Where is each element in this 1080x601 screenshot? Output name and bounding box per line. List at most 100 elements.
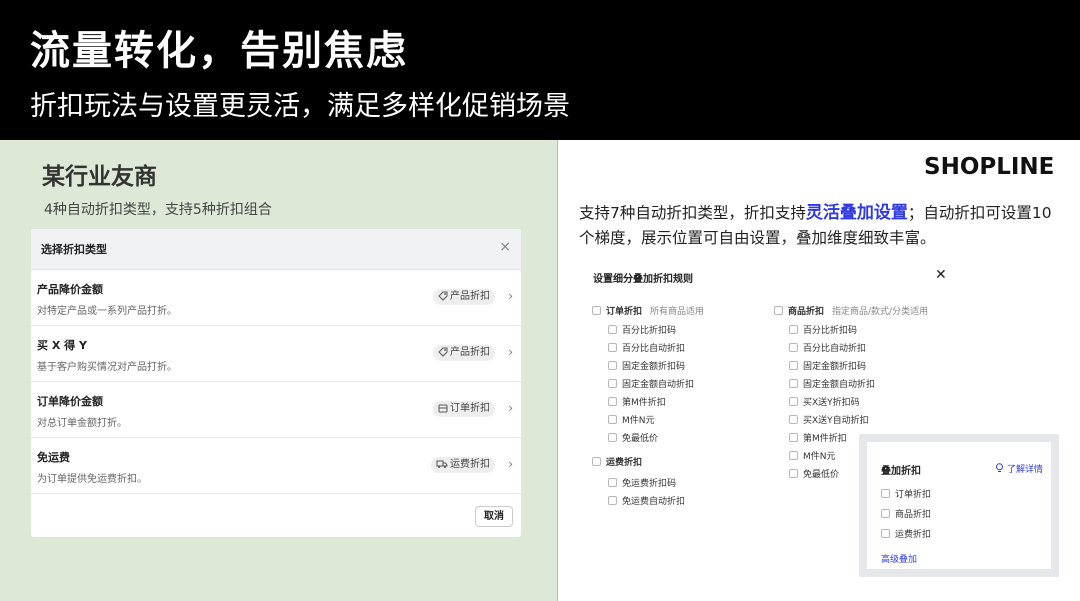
checkbox-label: 买X送Y折扣码 — [803, 398, 860, 408]
checkbox-box[interactable] — [608, 379, 617, 388]
discount-option-checkbox[interactable]: 第M件折扣 — [789, 431, 847, 445]
discount-option-checkbox[interactable]: 百分比自动折扣 — [789, 341, 866, 355]
dialog-title: 选择折扣类型 — [41, 243, 107, 256]
checkbox-box[interactable] — [608, 343, 617, 352]
checkbox-label: 免最低价 — [803, 470, 840, 480]
discount-option-checkbox[interactable]: 免最低价 — [608, 431, 658, 445]
checkbox-box[interactable] — [789, 361, 798, 370]
option-desc: 对特定产品或一系列产品打折。 — [37, 306, 177, 317]
checkbox-label: 百分比折扣码 — [622, 326, 677, 336]
option-badge: 运费折扣 — [431, 457, 495, 473]
checkbox-box[interactable] — [592, 306, 601, 315]
checkbox-box[interactable] — [881, 489, 890, 498]
discount-option-row[interactable]: 免运费 为订单提供免运费折扣。 运费折扣 › — [31, 438, 521, 494]
checkbox-label: 商品折扣 — [788, 307, 825, 317]
checkbox-box[interactable] — [774, 306, 783, 315]
discount-option-row[interactable]: 订单降价金额 对总订单金额打折。 订单折扣 › — [31, 382, 521, 438]
checkbox-box[interactable] — [789, 397, 798, 406]
shopline-logo: SHOPLINE — [924, 154, 1055, 180]
checkbox-box[interactable] — [608, 397, 617, 406]
checkbox-box[interactable] — [608, 361, 617, 370]
checkbox-hint: 指定商品/款式/分类适用 — [832, 307, 929, 317]
checkbox-label: 固定金额自动折扣 — [803, 380, 876, 390]
checkbox-box[interactable] — [881, 529, 890, 538]
learn-more-link[interactable]: 了解详情 — [995, 462, 1043, 475]
stacking-card: 叠加折扣 了解详情 订单折扣 商品折扣 运费折扣 高级叠加 — [867, 442, 1051, 569]
tag-icon — [438, 291, 448, 301]
discount-option-checkbox[interactable]: 百分比自动折扣 — [608, 341, 685, 355]
discount-option-checkbox[interactable]: 买X送Y自动折扣 — [789, 413, 869, 427]
option-desc: 对总订单金额打折。 — [37, 418, 127, 429]
discount-option-checkbox[interactable]: M件N元 — [789, 449, 836, 463]
page-title: 流量转化，告别焦虑 — [30, 28, 408, 74]
checkbox-box[interactable] — [592, 457, 601, 466]
header-banner: 流量转化，告别焦虑 折扣玩法与设置更灵活，满足多样化促销场景 — [0, 0, 1080, 140]
tag-icon — [438, 347, 448, 357]
discount-option-row[interactable]: 产品降价金额 对特定产品或一系列产品打折。 产品折扣 › — [31, 270, 521, 326]
stack-option-checkbox[interactable]: 运费折扣 — [881, 527, 931, 541]
checkbox-box[interactable] — [789, 325, 798, 334]
checkbox-label: 固定金额自动折扣 — [622, 380, 695, 390]
option-badge: 产品折扣 — [433, 289, 495, 305]
option-badge-label: 产品折扣 — [450, 291, 490, 302]
checkbox-box[interactable] — [608, 415, 617, 424]
stacking-title: 叠加折扣 — [881, 466, 921, 477]
checkbox-box[interactable] — [608, 325, 617, 334]
checkbox-box[interactable] — [789, 469, 798, 478]
discount-option-checkbox[interactable]: 固定金额自动折扣 — [789, 377, 875, 391]
option-title: 订单降价金额 — [37, 395, 103, 408]
option-badge-label: 运费折扣 — [450, 459, 490, 470]
option-desc: 为订单提供免运费折扣。 — [37, 474, 147, 485]
checkbox-box[interactable] — [608, 496, 617, 505]
discount-option-checkbox[interactable]: 固定金额折扣码 — [608, 359, 685, 373]
discount-option-checkbox[interactable]: 免运费自动折扣 — [608, 494, 685, 508]
discount-option-checkbox[interactable]: 免最低价 — [789, 467, 839, 481]
shipping-discount-checkbox[interactable]: 运费折扣 — [592, 455, 642, 469]
checkbox-label: 商品折扣 — [895, 510, 932, 520]
panel-title: 设置细分叠加折扣规则 — [593, 274, 693, 285]
discount-option-checkbox[interactable]: 买X送Y折扣码 — [789, 395, 860, 409]
stack-option-checkbox[interactable]: 商品折扣 — [881, 507, 931, 521]
order-discount-checkbox[interactable]: 订单折扣 所有商品适用 — [592, 304, 704, 318]
discount-option-checkbox[interactable]: M件N元 — [608, 413, 655, 427]
lightbulb-icon — [996, 463, 1003, 472]
advanced-stacking-link[interactable]: 高级叠加 — [881, 552, 917, 565]
discount-option-checkbox[interactable]: 固定金额折扣码 — [789, 359, 866, 373]
chevron-right-icon: › — [508, 289, 513, 303]
close-icon[interactable]: × — [499, 239, 511, 255]
product-discount-checkbox[interactable]: 商品折扣 指定商品/款式/分类适用 — [774, 304, 928, 318]
discount-option-checkbox[interactable]: 固定金额自动折扣 — [608, 377, 694, 391]
chevron-right-icon: › — [508, 457, 513, 471]
checkbox-hint: 所有商品适用 — [650, 307, 705, 317]
option-badge: 订单折扣 — [433, 401, 495, 417]
close-icon[interactable]: ✕ — [935, 267, 947, 283]
page-subtitle: 折扣玩法与设置更灵活，满足多样化促销场景 — [30, 91, 570, 122]
discount-option-row[interactable]: 买 X 得 Y 基于客户购买情况对产品打折。 产品折扣 › — [31, 326, 521, 382]
discount-type-dialog: 选择折扣类型 × 产品降价金额 对特定产品或一系列产品打折。 产品折扣 › 买 … — [31, 229, 521, 537]
cancel-button[interactable]: 取消 — [475, 506, 513, 527]
checkbox-box[interactable] — [789, 451, 798, 460]
option-title: 买 X 得 Y — [37, 339, 87, 352]
panel-divider — [557, 140, 558, 601]
stack-option-checkbox[interactable]: 订单折扣 — [881, 487, 931, 501]
checkbox-label: 订单折扣 — [606, 307, 643, 317]
competitor-desc: 4种自动折扣类型，支持5种折扣组合 — [44, 202, 272, 218]
checkbox-box[interactable] — [608, 478, 617, 487]
checkbox-box[interactable] — [789, 415, 798, 424]
option-title: 产品降价金额 — [37, 283, 103, 296]
discount-option-checkbox[interactable]: 第M件折扣 — [608, 395, 666, 409]
checkbox-box[interactable] — [881, 509, 890, 518]
checkbox-label: 第M件折扣 — [803, 434, 847, 444]
checkbox-box[interactable] — [789, 433, 798, 442]
checkbox-label: 免运费折扣码 — [622, 479, 677, 489]
discount-option-checkbox[interactable]: 免运费折扣码 — [608, 476, 676, 490]
chevron-right-icon: › — [508, 345, 513, 359]
discount-option-checkbox[interactable]: 百分比折扣码 — [608, 323, 676, 337]
checkbox-box[interactable] — [789, 379, 798, 388]
checkbox-box[interactable] — [608, 433, 617, 442]
option-title: 免运费 — [37, 451, 70, 464]
checkbox-label: 运费折扣 — [895, 530, 932, 540]
checkbox-box[interactable] — [789, 343, 798, 352]
cart-icon — [438, 404, 448, 413]
discount-option-checkbox[interactable]: 百分比折扣码 — [789, 323, 857, 337]
